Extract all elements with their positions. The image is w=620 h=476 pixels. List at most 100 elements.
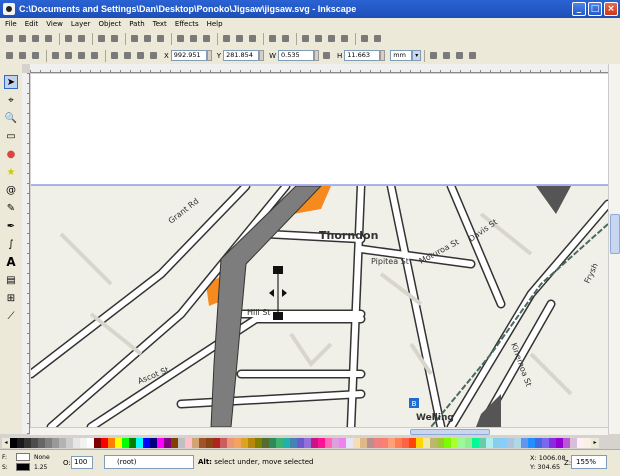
palette-swatch[interactable]	[472, 438, 479, 448]
palette-swatch[interactable]	[157, 438, 164, 448]
pen-tool-icon[interactable]: ✒	[4, 219, 18, 233]
palette-swatch[interactable]	[437, 438, 444, 448]
spiral-tool-icon[interactable]: @	[4, 183, 18, 197]
palette-swatch[interactable]	[444, 438, 451, 448]
palette-swatch[interactable]	[402, 438, 409, 448]
unlink-clone-icon[interactable]	[247, 33, 258, 44]
opacity-field[interactable]: 100	[71, 456, 93, 469]
horizontal-scrollbar[interactable]	[30, 427, 608, 435]
palette-swatch[interactable]	[220, 438, 227, 448]
palette-scroll-right[interactable]: ▸	[591, 438, 599, 448]
xml-editor-icon[interactable]	[326, 33, 337, 44]
duplicate-icon[interactable]	[221, 33, 232, 44]
dropper-tool-icon[interactable]: ⟋	[4, 309, 18, 323]
ellipse-tool-icon[interactable]: ●	[4, 147, 18, 161]
vertical-ruler[interactable]	[22, 73, 30, 434]
vertical-scrollbar[interactable]	[608, 64, 620, 434]
rotate-ccw-icon[interactable]	[50, 50, 61, 61]
vertical-scroll-thumb[interactable]	[610, 214, 620, 254]
star-tool-icon[interactable]: ★	[4, 165, 18, 179]
save-icon[interactable]	[30, 33, 41, 44]
palette-swatch[interactable]	[409, 438, 416, 448]
zoom-field[interactable]: 155%	[571, 455, 607, 469]
palette-swatch[interactable]	[24, 438, 31, 448]
calligraphy-tool-icon[interactable]: ∫	[4, 237, 18, 251]
text-font-icon[interactable]	[313, 33, 324, 44]
palette-swatch[interactable]	[297, 438, 304, 448]
scale-stroke-icon[interactable]	[428, 50, 439, 61]
scale-corners-icon[interactable]	[441, 50, 452, 61]
menu-object[interactable]: Object	[98, 20, 121, 28]
palette-swatch[interactable]	[542, 438, 549, 448]
zoom-drawing-icon[interactable]	[188, 33, 199, 44]
palette-swatch[interactable]	[311, 438, 318, 448]
group-icon[interactable]	[267, 33, 278, 44]
flip-horizontal-icon[interactable]	[76, 50, 87, 61]
palette-swatch[interactable]	[367, 438, 374, 448]
maximize-button[interactable]: □	[588, 2, 602, 16]
transform-pattern-icon[interactable]	[467, 50, 478, 61]
y-spinner[interactable]	[259, 50, 265, 61]
open-icon[interactable]	[17, 33, 28, 44]
palette-swatch[interactable]	[73, 438, 80, 448]
align-distribute-icon[interactable]	[339, 33, 350, 44]
scale-handle-bottom[interactable]	[273, 312, 283, 320]
palette-swatch[interactable]	[381, 438, 388, 448]
menu-layer[interactable]: Layer	[71, 20, 91, 28]
palette-swatch[interactable]	[388, 438, 395, 448]
zoom-page-icon[interactable]	[201, 33, 212, 44]
horizontal-scroll-thumb[interactable]	[410, 429, 490, 435]
lock-ratio-icon[interactable]	[321, 50, 332, 61]
palette-swatch[interactable]	[500, 438, 507, 448]
palette-swatch[interactable]	[206, 438, 213, 448]
lower-icon[interactable]	[135, 50, 146, 61]
layer-selector[interactable]: (root)	[104, 455, 194, 469]
palette-swatch[interactable]	[234, 438, 241, 448]
node-tool-icon[interactable]: ⌖	[4, 93, 18, 107]
width-spinner[interactable]	[314, 50, 319, 61]
menu-effects[interactable]: Effects	[175, 20, 199, 28]
palette-swatch[interactable]	[346, 438, 353, 448]
palette-swatch[interactable]	[290, 438, 297, 448]
palette-swatch[interactable]	[332, 438, 339, 448]
scale-handle-top[interactable]	[273, 266, 283, 274]
fill-stroke-indicator[interactable]: F: None S: 1.25	[2, 452, 62, 474]
palette-swatch[interactable]	[248, 438, 255, 448]
raise-icon[interactable]	[122, 50, 133, 61]
palette-swatch[interactable]	[528, 438, 535, 448]
export-icon[interactable]	[76, 33, 87, 44]
palette-swatch[interactable]	[227, 438, 234, 448]
preferences-icon[interactable]	[359, 33, 370, 44]
redo-icon[interactable]	[109, 33, 120, 44]
palette-swatch[interactable]	[171, 438, 178, 448]
menu-text[interactable]: Text	[153, 20, 167, 28]
palette-swatch[interactable]	[269, 438, 276, 448]
zoom-selection-icon[interactable]	[175, 33, 186, 44]
pencil-tool-icon[interactable]: ✎	[4, 201, 18, 215]
palette-swatch[interactable]	[577, 438, 584, 448]
palette-swatch[interactable]	[556, 438, 563, 448]
palette-swatch[interactable]	[395, 438, 402, 448]
lower-to-bottom-icon[interactable]	[148, 50, 159, 61]
palette-swatch[interactable]	[584, 438, 591, 448]
rectangle-tool-icon[interactable]: ▭	[4, 129, 18, 143]
palette-swatch[interactable]	[192, 438, 199, 448]
stroke-swatch[interactable]	[16, 463, 30, 471]
palette-swatch[interactable]	[59, 438, 66, 448]
menu-edit[interactable]: Edit	[25, 20, 39, 28]
palette-swatch[interactable]	[514, 438, 521, 448]
palette-swatch[interactable]	[38, 438, 45, 448]
select-all-icon[interactable]	[4, 50, 15, 61]
palette-swatch[interactable]	[262, 438, 269, 448]
palette-scroll-left[interactable]: ◂	[2, 438, 10, 448]
palette-swatch[interactable]	[178, 438, 185, 448]
palette-swatch[interactable]	[458, 438, 465, 448]
deselect-icon[interactable]	[30, 50, 41, 61]
palette-swatch[interactable]	[283, 438, 290, 448]
palette-swatch[interactable]	[360, 438, 367, 448]
palette-swatch[interactable]	[66, 438, 73, 448]
palette-swatch[interactable]	[17, 438, 24, 448]
palette-swatch[interactable]	[493, 438, 500, 448]
import-icon[interactable]	[63, 33, 74, 44]
palette-swatch[interactable]	[325, 438, 332, 448]
